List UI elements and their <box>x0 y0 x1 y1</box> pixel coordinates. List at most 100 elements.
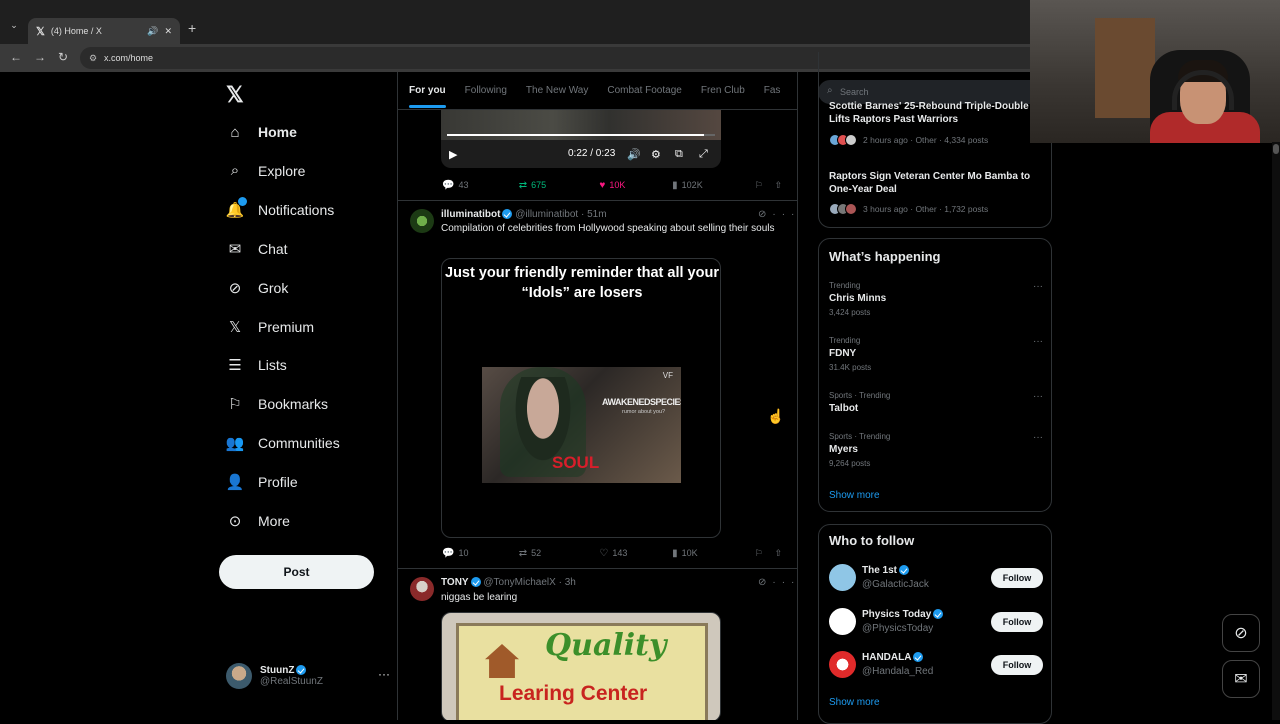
tab-the-new-way[interactable]: The New Way <box>526 85 588 96</box>
sidebar-item-home[interactable]: ⌂ Home <box>226 117 296 147</box>
grok-icon[interactable]: ⊘ <box>758 209 772 220</box>
new-tab-button[interactable]: + <box>188 20 196 36</box>
settings-icon[interactable]: ⚙ <box>651 148 661 161</box>
grok-float-button[interactable]: ⊘ <box>1222 614 1260 652</box>
tweet-time[interactable]: 3h <box>565 577 576 588</box>
like-button[interactable]: ♥ 10K <box>599 180 672 191</box>
mail-icon: ✉ <box>228 240 242 258</box>
avatar[interactable] <box>410 577 434 601</box>
tab-following[interactable]: Following <box>465 85 507 96</box>
more-dots-icon[interactable]: ··· <box>1033 432 1043 443</box>
views-button[interactable]: ▮ 102K <box>672 180 755 191</box>
more-dots-icon[interactable]: ··· <box>1033 281 1043 292</box>
sidebar-item-premium[interactable]: 𝕏 Premium <box>226 312 314 342</box>
news-title[interactable]: Scottie Barnes' 25-Rebound Triple-Double… <box>829 100 1034 126</box>
like-count: 10K <box>609 180 626 190</box>
grok-icon[interactable]: ⊘ <box>758 577 772 588</box>
trend-context: Trending <box>829 281 861 290</box>
show-more-link[interactable]: Show more <box>829 490 880 501</box>
repost-button[interactable]: ⇄ 675 <box>519 180 600 191</box>
more-dots-icon[interactable]: ··· <box>378 667 390 681</box>
tweet-author-name[interactable]: illuminatibot <box>441 209 500 220</box>
more-dots-icon[interactable]: ··· <box>1033 391 1043 402</box>
play-icon[interactable]: ▶ <box>449 148 457 161</box>
sidebar-item-communities[interactable]: 👥 Communities <box>226 428 340 458</box>
follow-button[interactable]: Follow <box>991 655 1043 675</box>
repost-button[interactable]: ⇄ 52 <box>519 548 600 559</box>
sidebar-item-label: Lists <box>258 357 287 374</box>
post-button[interactable]: Post <box>219 555 374 589</box>
tweet-time[interactable]: 51m <box>587 209 606 220</box>
site-info-icon[interactable]: ⚙ <box>89 53 97 64</box>
account-switcher[interactable]: StuunZ @RealStuunZ ··· <box>226 659 390 693</box>
x-favicon-icon: 𝕏 <box>36 25 45 38</box>
sidebar-item-label: Explore <box>258 162 306 179</box>
webcam-background <box>1095 18 1155 118</box>
video-player[interactable]: ▶ 0:22 / 0:23 🔊 ⚙ ⧉ ⤢ <box>441 110 721 168</box>
account-name: StuunZ <box>260 665 295 676</box>
tab-fas[interactable]: Fas <box>764 85 781 96</box>
follow-button[interactable]: Follow <box>991 568 1043 588</box>
sidebar-item-chat[interactable]: ✉ Chat <box>226 234 288 264</box>
page-scrollbar[interactable] <box>1272 142 1280 720</box>
forward-icon[interactable]: → <box>34 50 46 64</box>
follow-suggestion[interactable]: Physics Today @PhysicsToday Follow <box>829 607 1043 637</box>
avatar[interactable] <box>410 209 434 233</box>
whats-happening-heading: What’s happening <box>829 249 941 264</box>
x-icon: 𝕏 <box>228 318 242 336</box>
trend-item[interactable]: Trending FDNY 31.4K posts ··· <box>829 336 1043 372</box>
sidebar-item-profile[interactable]: 👤 Profile <box>226 467 298 497</box>
browser-tab[interactable]: 𝕏 (4) Home / X 🔊 ✕ <box>28 18 180 44</box>
follow-suggestion[interactable]: The 1st @GalacticJack Follow <box>829 563 1043 593</box>
back-icon[interactable]: ← <box>10 50 22 64</box>
tweet-author-name[interactable]: TONY <box>441 577 469 588</box>
sidebar-item-notifications[interactable]: 🔔 Notifications <box>226 195 334 225</box>
trend-item[interactable]: Sports · Trending Talbot ··· <box>829 391 1043 414</box>
views-button[interactable]: ▮ 10K <box>672 548 755 559</box>
video-progress-bar[interactable] <box>447 134 715 136</box>
like-button[interactable]: ♡ 143 <box>599 548 672 559</box>
home-icon: ⌂ <box>230 123 240 141</box>
tweet-media[interactable]: Quality Learing Center <box>441 612 721 720</box>
tweet-media[interactable]: Just your friendly reminder that all you… <box>441 258 721 538</box>
share-icon[interactable]: ⇧ <box>774 548 782 559</box>
share-icon[interactable]: ⇧ <box>774 180 782 191</box>
tweet-author-handle[interactable]: @TonyMichaelX <box>483 577 555 588</box>
repost-icon: ⇄ <box>518 547 528 559</box>
bookmark-icon[interactable]: ⚐ <box>755 180 775 191</box>
tab-search-dropdown[interactable]: ⌄ <box>6 20 22 38</box>
news-title[interactable]: Raptors Sign Veteran Center Mo Bamba to … <box>829 170 1034 196</box>
follow-suggestion[interactable]: HANDALA @Handala_Red Follow <box>829 650 1043 680</box>
tab-fren-club[interactable]: Fren Club <box>701 85 745 96</box>
trend-item[interactable]: Sports · Trending Myers 9,264 posts ··· <box>829 432 1043 468</box>
show-more-link[interactable]: Show more <box>829 697 880 708</box>
reply-button[interactable]: 💬 10 <box>442 548 519 559</box>
messages-float-button[interactable]: ✉ <box>1222 660 1260 698</box>
repost-icon: ⇄ <box>518 179 528 191</box>
x-logo-icon[interactable]: 𝕏 <box>226 82 244 108</box>
tab-combat-footage[interactable]: Combat Footage <box>607 85 682 96</box>
tab-for-you[interactable]: For you <box>409 85 446 108</box>
more-dots-icon[interactable]: ··· <box>772 209 797 220</box>
more-dots-icon[interactable]: ··· <box>772 577 797 588</box>
tweet-author-handle[interactable]: @illuminatibot <box>515 209 578 220</box>
fullscreen-icon[interactable]: ⤢ <box>699 148 708 161</box>
sidebar-item-more[interactable]: ⊙ More <box>226 506 290 536</box>
sidebar-item-lists[interactable]: ☰ Lists <box>226 350 287 380</box>
sidebar-item-bookmarks[interactable]: ⚐ Bookmarks <box>226 389 328 419</box>
audio-icon[interactable]: 🔊 <box>147 26 158 37</box>
follow-button[interactable]: Follow <box>991 612 1043 632</box>
sidebar-item-grok[interactable]: ⊘ Grok <box>226 273 289 303</box>
close-tab-icon[interactable]: ✕ <box>164 26 172 37</box>
account-handle: @RealStuunZ <box>260 676 323 687</box>
more-dots-icon[interactable]: ··· <box>1033 336 1043 347</box>
sidebar-item-explore[interactable]: ⌕ Explore <box>226 156 306 186</box>
pip-icon[interactable]: ⧉ <box>675 148 683 161</box>
sidebar-item-label: Grok <box>258 279 289 296</box>
reply-button[interactable]: 💬 43 <box>442 180 519 191</box>
bookmark-icon[interactable]: ⚐ <box>755 548 775 559</box>
reload-icon[interactable]: ↻ <box>58 50 68 64</box>
scrollbar-thumb[interactable] <box>1273 144 1279 154</box>
trend-item[interactable]: Trending Chris Minns 3,424 posts ··· <box>829 281 1043 317</box>
volume-icon[interactable]: 🔊 <box>627 148 641 161</box>
